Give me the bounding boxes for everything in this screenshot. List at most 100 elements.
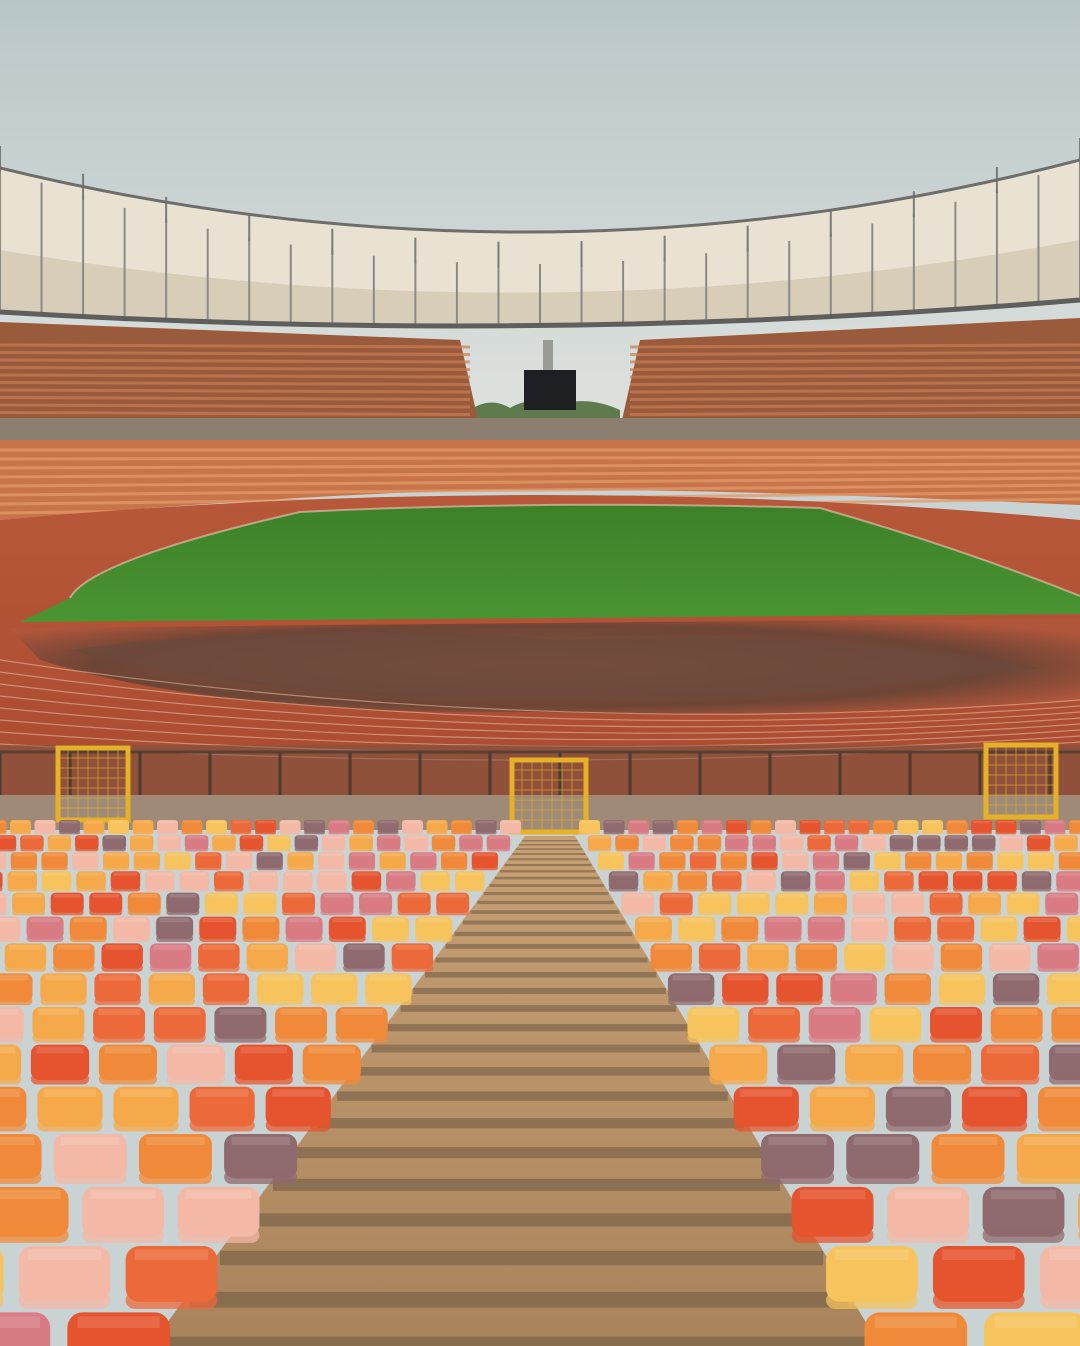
stair-step-edge [355, 1067, 714, 1076]
stadium-seat [343, 943, 385, 972]
stadium-seat [587, 835, 612, 852]
stadium-seat [440, 852, 468, 871]
stadium-seat [776, 973, 823, 1006]
stadium-seat [634, 916, 673, 942]
stadium-seat [874, 852, 901, 871]
stadium-seat [320, 892, 354, 916]
upper-seat-row [0, 358, 471, 364]
stadium-seat [935, 852, 963, 871]
stair-step-edge [454, 931, 633, 937]
stadium-seat [826, 1246, 918, 1309]
stadium-seat [397, 892, 431, 916]
stadium-seat [603, 820, 625, 835]
stadium-seat [884, 871, 914, 892]
stadium-seat [1058, 852, 1080, 871]
stadium-seat [1027, 852, 1055, 871]
stadium-seat [386, 871, 416, 892]
stadium-seat [0, 973, 33, 1006]
stadium-seat [0, 1186, 69, 1243]
stair-step-edge [400, 1005, 677, 1012]
stadium-seat [884, 973, 931, 1006]
stadium-seat [12, 892, 46, 916]
stadium-seat [166, 1044, 226, 1085]
stadium-seat [0, 871, 3, 892]
stadium-seat [164, 852, 191, 871]
stadium-seat [659, 852, 686, 871]
stadium-seat [371, 916, 409, 942]
stadium-seat [0, 1250, 4, 1307]
stadium-seat [10, 820, 31, 835]
stadium-seat [812, 852, 840, 871]
stadium-seat [937, 916, 975, 942]
stadium-seat [256, 973, 304, 1006]
stadium-seat [127, 892, 161, 916]
stadium-seat [752, 835, 776, 852]
stadium-seat [50, 892, 84, 916]
stadium-seat [157, 835, 181, 852]
stadium-seat [748, 1006, 801, 1043]
stadium-seat [75, 835, 99, 852]
stadium-seat [813, 892, 847, 916]
stadium-seat [980, 916, 1018, 942]
stadium-seat [807, 835, 831, 852]
upper-seat-row [0, 396, 471, 401]
stadium-seat [670, 835, 694, 852]
stadium-seat [53, 1133, 127, 1185]
upper-seat-row [0, 411, 471, 416]
stadium-seat [1026, 835, 1051, 852]
stadium-seat [721, 916, 759, 942]
stair-step-edge [483, 892, 609, 896]
stair-step-edge [470, 910, 620, 914]
upper-seat-row [629, 351, 1080, 356]
stadium-seat [184, 835, 209, 852]
upper-seat-row [0, 381, 471, 386]
stadium-seat [808, 1006, 861, 1043]
stadium-seat [864, 1312, 968, 1346]
stadium-seat [809, 1086, 875, 1132]
stadium-seat [697, 835, 722, 852]
stadium-seat [318, 852, 345, 871]
stadium-seat [869, 1006, 922, 1043]
stadium-seat [125, 1246, 218, 1309]
stadium-seat [451, 820, 472, 835]
stadium-seat [764, 916, 802, 942]
upper-seat-row [629, 373, 1080, 379]
stadium-seat [1023, 916, 1061, 942]
stadium-seat [102, 835, 127, 852]
stadium-seat [815, 871, 845, 892]
stadium-seat [845, 1044, 904, 1085]
stair-step-edge [489, 884, 604, 887]
stair-step-edge [386, 1024, 688, 1032]
upper-seat-row [0, 388, 471, 394]
stadium-seat [149, 943, 192, 972]
stadium-seat [132, 820, 154, 835]
stadium-seat [101, 943, 143, 972]
stadium-seat [177, 1186, 260, 1243]
stadium-seat [4, 943, 47, 972]
stadium-seat [1021, 871, 1052, 892]
stadium-seat [0, 835, 17, 852]
stadium-seat [887, 1186, 969, 1243]
stadium-seat [0, 1312, 51, 1346]
stadium-seat [377, 820, 399, 835]
stadium-seat [212, 835, 236, 852]
upper-seat-row [0, 366, 471, 371]
upper-seat-row [629, 396, 1080, 401]
stadium-seat [281, 892, 316, 916]
stadium-seat [1054, 835, 1078, 852]
stadium-seat [930, 1006, 983, 1043]
stadium-seat [94, 973, 141, 1006]
stadium-seat [265, 1086, 331, 1132]
stadium-seat [709, 1044, 768, 1085]
stadium-seat [471, 852, 499, 871]
stadium-seat [961, 1086, 1028, 1132]
stadium-seat [82, 1186, 165, 1243]
stadium-seat [0, 1044, 22, 1085]
stadium-seat [780, 871, 811, 892]
stair-step-edge [156, 1336, 875, 1346]
stair-step-edge [508, 858, 589, 861]
stadium-seat [256, 852, 283, 871]
stadium-seat [751, 852, 778, 871]
upper-seat-row [0, 343, 471, 349]
stadium-seat [1020, 820, 1041, 835]
